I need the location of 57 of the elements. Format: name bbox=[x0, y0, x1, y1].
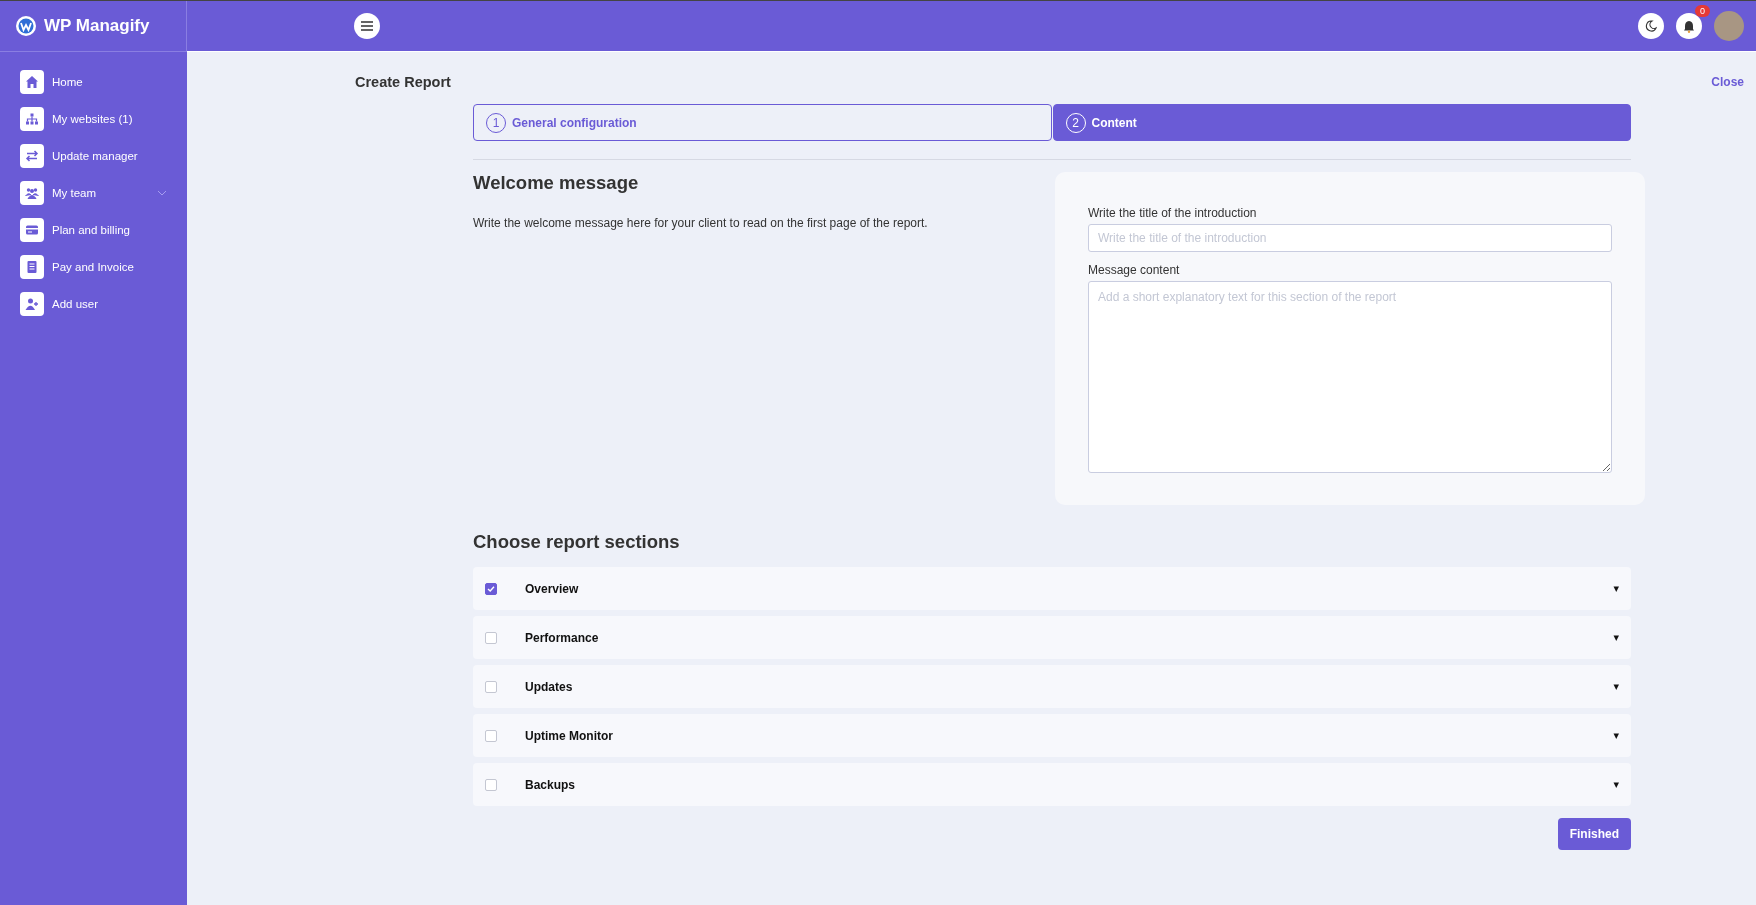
report-section-row[interactable]: Uptime Monitor ▾ bbox=[473, 714, 1631, 757]
sidebar-item[interactable]: Add user bbox=[20, 292, 167, 316]
dark-mode-button[interactable] bbox=[1638, 13, 1664, 39]
checkbox[interactable] bbox=[485, 631, 497, 644]
moon-icon bbox=[1645, 20, 1657, 32]
checkbox[interactable] bbox=[485, 729, 497, 742]
checkbox[interactable] bbox=[485, 582, 497, 595]
report-section-row[interactable]: Overview ▾ bbox=[473, 567, 1631, 610]
notification-count: 0 bbox=[1695, 5, 1710, 17]
field-label: Message content bbox=[1088, 263, 1181, 277]
section-label: Updates bbox=[525, 679, 574, 694]
section-label: Overview bbox=[525, 581, 580, 596]
section-heading: Choose report sections bbox=[473, 531, 681, 553]
expand-toggle[interactable]: ▾ bbox=[1613, 631, 1619, 644]
section-label: Performance bbox=[525, 630, 600, 645]
expand-toggle[interactable]: ▾ bbox=[1613, 778, 1619, 791]
close-link[interactable]: Close bbox=[1711, 75, 1744, 89]
sidebar-item[interactable]: My team bbox=[20, 181, 167, 205]
notifications-button[interactable] bbox=[1676, 13, 1702, 39]
menu-button[interactable] bbox=[354, 13, 380, 39]
sidebar-item[interactable]: Update manager bbox=[20, 144, 167, 168]
sidebar-item[interactable]: Plan and billing bbox=[20, 218, 167, 242]
team-icon bbox=[25, 186, 39, 200]
sidebar-item[interactable]: Pay and Invoice bbox=[20, 255, 167, 279]
receipt-icon bbox=[25, 260, 39, 274]
checkbox[interactable] bbox=[485, 680, 497, 693]
report-section-row[interactable]: Performance ▾ bbox=[473, 616, 1631, 659]
home-icon bbox=[25, 75, 39, 89]
message-textarea[interactable]: Add a short explanatory text for this section of the report bbox=[1088, 281, 1612, 473]
brand-name[interactable]: WP Managify bbox=[44, 16, 150, 36]
chevron-down-icon bbox=[157, 190, 167, 196]
sidebar-item[interactable]: Home bbox=[20, 70, 167, 94]
logo-icon bbox=[16, 16, 36, 36]
page-title: Create Report bbox=[355, 74, 451, 90]
report-section-row[interactable]: Backups ▾ bbox=[473, 763, 1631, 806]
expand-toggle[interactable]: ▾ bbox=[1613, 582, 1619, 595]
menu-icon bbox=[361, 21, 373, 31]
card-icon bbox=[25, 223, 39, 237]
section-label: Uptime Monitor bbox=[525, 728, 614, 743]
section-label: Backups bbox=[525, 777, 577, 792]
expand-toggle[interactable]: ▾ bbox=[1613, 729, 1619, 742]
report-section-row[interactable]: Updates ▾ bbox=[473, 665, 1631, 708]
checkbox[interactable] bbox=[485, 778, 497, 791]
arrows-icon bbox=[25, 149, 39, 163]
welcome-description: Write the welcome message here for your client to read on the first page of the report. bbox=[473, 216, 929, 230]
title-input[interactable]: Write the title of the introduction bbox=[1088, 224, 1612, 252]
step-tab[interactable]: 2 Content bbox=[1052, 104, 1631, 141]
avatar[interactable] bbox=[1714, 11, 1744, 41]
finished-button[interactable]: Finished bbox=[1557, 818, 1631, 850]
section-heading: Welcome message bbox=[473, 172, 640, 194]
bell-icon bbox=[1683, 19, 1695, 33]
field-label: Write the title of the introduction bbox=[1088, 206, 1258, 220]
sitemap-icon bbox=[25, 112, 39, 126]
user-plus-icon bbox=[25, 297, 39, 311]
sidebar-item[interactable]: My websites (1) bbox=[20, 107, 167, 131]
step-tab[interactable]: 1 General configuration bbox=[473, 104, 1052, 141]
expand-toggle[interactable]: ▾ bbox=[1613, 680, 1619, 693]
